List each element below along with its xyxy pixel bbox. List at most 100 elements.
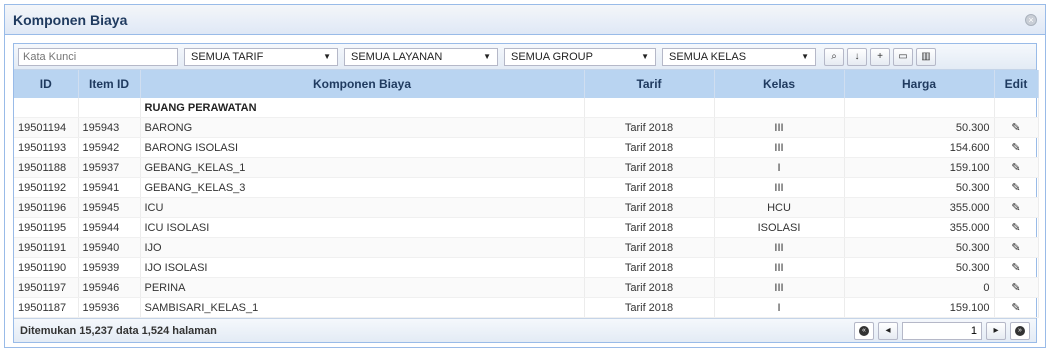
cell-harga: 50.300: [844, 117, 995, 138]
cell-komponen: PERINA: [140, 277, 585, 298]
edit-button[interactable]: ✎: [994, 117, 1039, 138]
cell-kelas: I: [714, 157, 845, 178]
first-page-icon: «: [859, 325, 869, 336]
table-row[interactable]: 19501192 195941 GEBANG_KELAS_3 Tarif 2018 II…: [14, 177, 1039, 198]
table-row[interactable]: 19501188 195937 GEBANG_KELAS_1 Tarif 2018 I 1…: [14, 157, 1039, 178]
cell-tarif: Tarif 2018: [584, 297, 715, 318]
cell-kelas: III: [714, 177, 845, 198]
pencil-icon: ✎: [1011, 282, 1021, 294]
filter-layanan-select[interactable]: SEMUA LAYANAN ▼: [344, 47, 498, 66]
cell-id: 19501196: [14, 197, 79, 218]
copy-icon[interactable]: ▭: [893, 47, 913, 66]
table-header: ID Item ID Komponen Biaya Tarif Kelas Ha…: [14, 70, 1039, 98]
cell-komponen: ICU: [140, 197, 585, 218]
cell-harga: 50.300: [844, 177, 995, 198]
edit-button[interactable]: ✎: [994, 197, 1039, 218]
cell-komponen: BARONG ISOLASI: [140, 137, 585, 158]
grid-container: SEMUA TARIF ▼ SEMUA LAYANAN ▼ SEMUA GROU…: [13, 43, 1039, 343]
next-page-button[interactable]: ▸: [986, 321, 1006, 340]
table-row[interactable]: 19501194 195943 BARONG Tarif 2018 III 50.300 ✎: [14, 117, 1039, 138]
group-label: RUANG PERAWATAN: [140, 98, 585, 118]
cell-item-id: 195941: [78, 177, 141, 198]
cell-item-id: 195943: [78, 117, 141, 138]
pencil-icon: ✎: [1011, 142, 1021, 154]
cell-id: 19501190: [14, 257, 79, 278]
cell-tarif: Tarif 2018: [584, 137, 715, 158]
cell-komponen: GEBANG_KELAS_3: [140, 177, 585, 198]
chevron-down-icon: ▼: [483, 52, 491, 61]
close-icon[interactable]: ×: [1025, 13, 1037, 26]
prev-page-button[interactable]: ◂: [878, 321, 898, 340]
edit-button[interactable]: ✎: [994, 157, 1039, 178]
cell-harga: 0: [844, 277, 995, 298]
cell-tarif: Tarif 2018: [584, 157, 715, 178]
cell-item-id: 195946: [78, 277, 141, 298]
last-page-icon: »: [1015, 325, 1025, 336]
cell-tarif: Tarif 2018: [584, 217, 715, 238]
cell-tarif: Tarif 2018: [584, 237, 715, 258]
group-row: RUANG PERAWATAN: [14, 98, 1039, 118]
edit-button[interactable]: ✎: [994, 137, 1039, 158]
pencil-icon: ✎: [1011, 182, 1021, 194]
chevron-right-icon: ▸: [993, 325, 999, 336]
chevron-down-icon: ▼: [323, 52, 331, 61]
cell-id: 19501193: [14, 137, 79, 158]
add-icon[interactable]: +: [870, 47, 890, 66]
page-number-input[interactable]: [902, 321, 982, 340]
filter-group-select[interactable]: SEMUA GROUP ▼: [504, 47, 656, 66]
table-row[interactable]: 19501196 195945 ICU Tarif 2018 HCU 355.000 ✎: [14, 197, 1039, 218]
column-header-tarif[interactable]: Tarif: [584, 70, 715, 98]
filter-layanan-value: SEMUA LAYANAN: [351, 50, 443, 63]
table-row[interactable]: 19501187 195936 SAMBISARI_KELAS_1 Tarif 201…: [14, 297, 1039, 318]
first-page-button[interactable]: «: [854, 321, 874, 340]
panel-titlebar: Komponen Biaya ×: [5, 5, 1045, 35]
cell-item-id: 195937: [78, 157, 141, 178]
cell-item-id: 195940: [78, 237, 141, 258]
column-header-kelas[interactable]: Kelas: [714, 70, 845, 98]
cell-kelas: HCU: [714, 197, 845, 218]
table-row[interactable]: 19501195 195944 ICU ISOLASI Tarif 2018 ISOLA…: [14, 217, 1039, 238]
column-header-edit[interactable]: Edit: [994, 70, 1039, 98]
table-row[interactable]: 19501197 195946 PERINA Tarif 2018 III 0 ✎: [14, 277, 1039, 298]
cell-id: 19501188: [14, 157, 79, 178]
search-input[interactable]: [18, 47, 178, 66]
cell-item-id: 195939: [78, 257, 141, 278]
chevron-down-icon: ▼: [801, 52, 809, 61]
edit-button[interactable]: ✎: [994, 257, 1039, 278]
column-header-komponen[interactable]: Komponen Biaya: [140, 70, 585, 98]
column-header-item-id[interactable]: Item ID: [78, 70, 141, 98]
cell-tarif: Tarif 2018: [584, 257, 715, 278]
edit-button[interactable]: ✎: [994, 297, 1039, 318]
cell-id: 19501187: [14, 297, 79, 318]
cell-item-id: 195936: [78, 297, 141, 318]
edit-button[interactable]: ✎: [994, 237, 1039, 258]
filter-tarif-select[interactable]: SEMUA TARIF ▼: [184, 47, 338, 66]
search-icon[interactable]: ⌕: [824, 47, 844, 66]
cell-kelas: III: [714, 277, 845, 298]
download-icon[interactable]: ↓: [847, 47, 867, 66]
cell-id: 19501191: [14, 237, 79, 258]
table-row[interactable]: 19501191 195940 IJO Tarif 2018 III 50.300 ✎: [14, 237, 1039, 258]
cell-komponen: ICU ISOLASI: [140, 217, 585, 238]
filter-tarif-value: SEMUA TARIF: [191, 50, 264, 63]
pencil-icon: ✎: [1011, 122, 1021, 134]
edit-button[interactable]: ✎: [994, 217, 1039, 238]
pencil-icon: ✎: [1011, 262, 1021, 274]
edit-button[interactable]: ✎: [994, 277, 1039, 298]
cell-id: 19501192: [14, 177, 79, 198]
filter-kelas-select[interactable]: SEMUA KELAS ▼: [662, 47, 816, 66]
delete-icon[interactable]: ▥: [916, 47, 936, 66]
table-row[interactable]: 19501193 195942 BARONG ISOLASI Tarif 2018 II…: [14, 137, 1039, 158]
cell-kelas: III: [714, 137, 845, 158]
cell-kelas: I: [714, 297, 845, 318]
cell-id: 19501197: [14, 277, 79, 298]
result-summary: Ditemukan 15,237 data 1,524 halaman: [20, 324, 217, 337]
toolbar-actions: ⌕ ↓ + ▭ ▥: [824, 47, 936, 66]
cell-kelas: ISOLASI: [714, 217, 845, 238]
table-row[interactable]: 19501190 195939 IJO ISOLASI Tarif 2018 III 50…: [14, 257, 1039, 278]
column-header-harga[interactable]: Harga: [844, 70, 995, 98]
last-page-button[interactable]: »: [1010, 321, 1030, 340]
edit-button[interactable]: ✎: [994, 177, 1039, 198]
cell-tarif: Tarif 2018: [584, 277, 715, 298]
column-header-id[interactable]: ID: [14, 70, 79, 98]
